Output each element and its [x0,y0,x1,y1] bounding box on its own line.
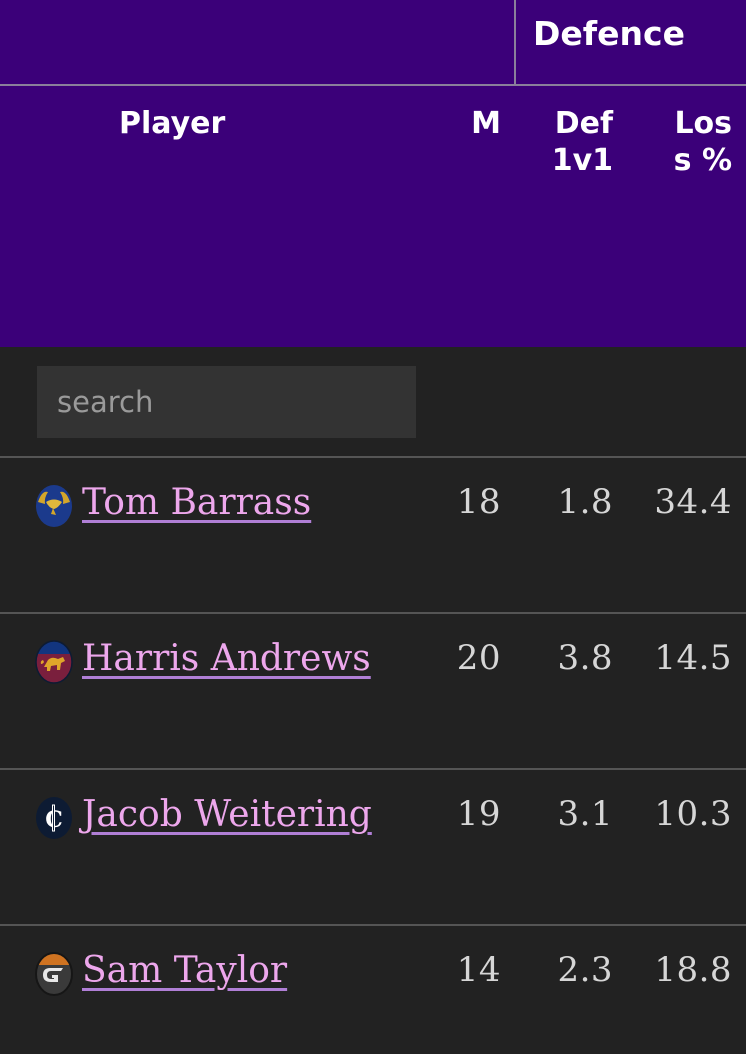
search-row-filler [430,347,746,457]
player-name-cell: Harris Andrews [82,612,430,769]
player-defence-stats-table: Defence Player M Def 1v1 Los s % search … [0,0,746,1054]
player-link[interactable]: Harris Andrews [82,638,371,679]
team-logo-cell [0,456,82,613]
stats-table-page: Defence Player M Def 1v1 Los s % search … [0,0,746,1054]
loss-pct-value: 18.8 [627,924,746,1054]
player-link[interactable]: Sam Taylor [82,950,287,991]
loss-pct-value: 34.4 [627,456,746,613]
loss-pct-value: 14.5 [627,612,746,769]
table-row: Tom Barrass 18 1.8 34.4 [0,456,746,613]
loss-pct-value: 10.3 [627,768,746,925]
player-link[interactable]: Jacob Weitering [82,794,372,835]
team-logo-cell [0,924,82,1054]
search-cell [0,347,430,457]
team-logo-cell [0,612,82,769]
column-header-row: Player M Def 1v1 Los s % [0,85,746,347]
search-input[interactable] [37,365,416,438]
table-head: Defence Player M Def 1v1 Los s % [0,0,746,457]
def-1v1-value: 2.3 [515,924,628,1054]
def-1v1-value: 3.1 [515,768,628,925]
column-header-loss-pct-line1: Los [674,106,733,141]
gws-giants-logo-icon [35,952,73,996]
column-header-player[interactable]: Player [82,85,430,347]
table-row: Harris Andrews 20 3.8 14.5 [0,612,746,769]
player-link[interactable]: Tom Barrass [82,482,311,523]
group-header-blank [0,0,516,86]
carlton-blues-logo-icon: C [36,797,72,839]
table-body: Tom Barrass 18 1.8 34.4 Harris Andrews 2… [0,456,746,1054]
group-header-row: Defence [0,0,746,86]
player-name-cell: Sam Taylor [82,924,430,1054]
def-1v1-value: 3.8 [515,612,628,769]
column-header-logo [0,85,82,347]
column-header-matches[interactable]: M [430,85,516,347]
player-name-cell: Tom Barrass [82,456,430,613]
bottom-filler [0,1040,746,1054]
column-header-loss-pct-line2: s % [673,142,733,178]
group-header-defence: Defence [514,0,746,86]
column-header-def-1v1-line1: Def [554,106,614,141]
team-logo-cell: C [0,768,82,925]
west-coast-eagles-logo-icon [36,485,72,527]
table-row: C Jacob Weitering 19 3.1 10.3 [0,768,746,925]
column-header-def-1v1-line2: 1v1 [551,142,614,178]
matches-value: 20 [430,612,516,769]
column-header-loss-pct[interactable]: Los s % [627,85,746,347]
brisbane-lions-logo-icon [35,640,73,684]
def-1v1-value: 1.8 [515,456,628,613]
table-row: Sam Taylor 14 2.3 18.8 [0,924,746,1054]
player-name-cell: Jacob Weitering [82,768,430,925]
matches-value: 19 [430,768,516,925]
search-row [0,347,746,457]
matches-value: 14 [430,924,516,1054]
column-header-def-1v1[interactable]: Def 1v1 [515,85,628,347]
matches-value: 18 [430,456,516,613]
